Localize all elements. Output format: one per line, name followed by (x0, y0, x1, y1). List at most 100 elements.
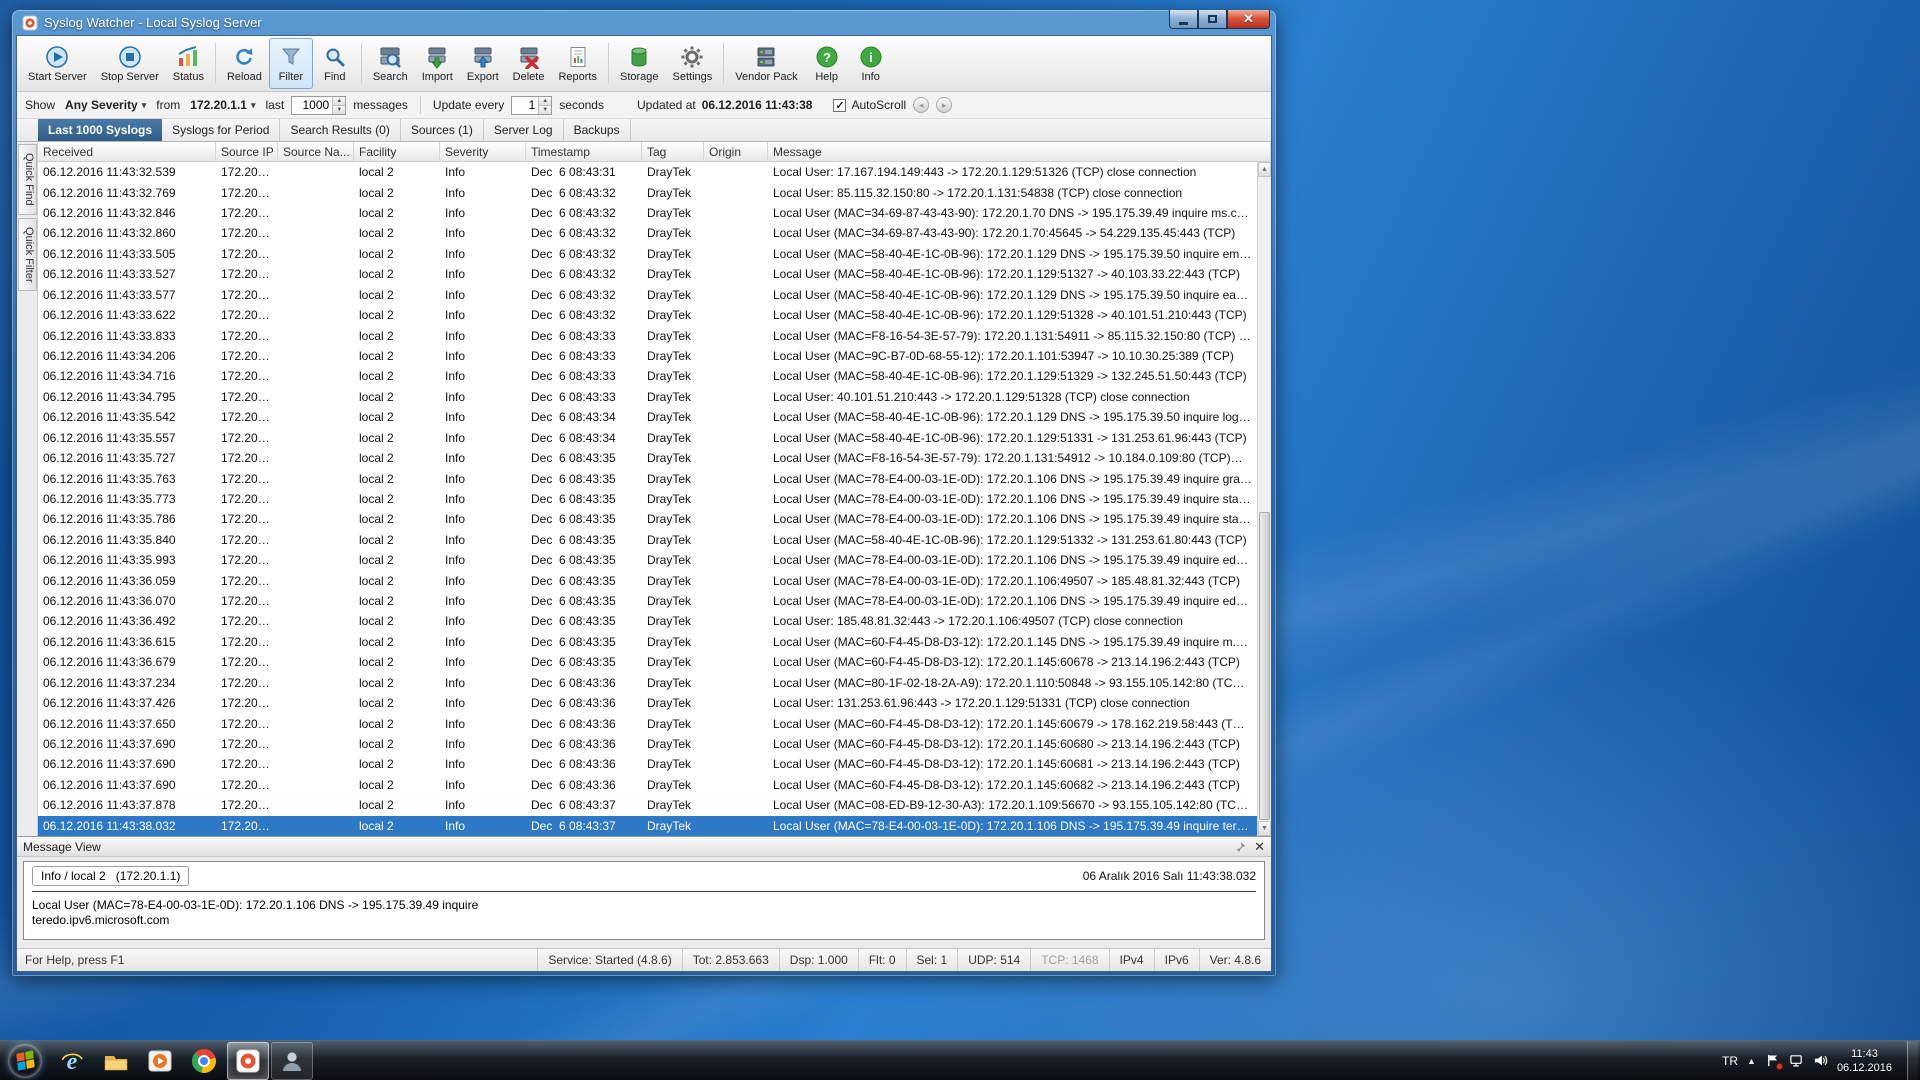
table-row[interactable]: 06.12.2016 11:43:35.840172.20.1.1local 2… (38, 530, 1257, 550)
vertical-scrollbar[interactable]: ▲ ▼ (1257, 162, 1271, 836)
table-row[interactable]: 06.12.2016 11:43:37.650172.20.1.1local 2… (38, 713, 1257, 733)
message-count-input[interactable] (292, 97, 332, 114)
table-row[interactable]: 06.12.2016 11:43:36.615172.20.1.1local 2… (38, 632, 1257, 652)
update-interval-input[interactable] (512, 97, 538, 114)
table-row[interactable]: 06.12.2016 11:43:36.679172.20.1.1local 2… (38, 652, 1257, 672)
table-row[interactable]: 06.12.2016 11:43:33.577172.20.1.1local 2… (38, 285, 1257, 305)
toolbar-button-search[interactable]: Search (366, 38, 415, 89)
table-row[interactable]: 06.12.2016 11:43:33.833172.20.1.1local 2… (38, 325, 1257, 345)
table-row[interactable]: 06.12.2016 11:43:35.557172.20.1.1local 2… (38, 427, 1257, 447)
table-row[interactable]: 06.12.2016 11:43:36.492172.20.1.1local 2… (38, 611, 1257, 631)
tray-expand-icon[interactable]: ▲ (1747, 1056, 1756, 1066)
toolbar-button-export[interactable]: Export (460, 38, 506, 89)
toolbar-button-find[interactable]: Find (313, 38, 357, 89)
table-row[interactable]: 06.12.2016 11:43:34.716172.20.1.1local 2… (38, 366, 1257, 386)
table-row[interactable]: 06.12.2016 11:43:37.690172.20.1.1local 2… (38, 754, 1257, 774)
table-row[interactable]: 06.12.2016 11:43:38.032172.20.1.1local 2… (38, 816, 1257, 836)
taskbar-button-file-explorer[interactable] (95, 1042, 137, 1080)
toolbar-button-delete[interactable]: Delete (506, 38, 552, 89)
taskbar-button-media-player[interactable] (139, 1042, 181, 1080)
table-row[interactable]: 06.12.2016 11:43:33.527172.20.1.1local 2… (38, 264, 1257, 284)
table-row[interactable]: 06.12.2016 11:43:37.426172.20.1.1local 2… (38, 693, 1257, 713)
toolbar-button-info[interactable]: iInfo (849, 38, 893, 89)
titlebar[interactable]: Syslog Watcher - Local Syslog Server ✕ (16, 10, 1272, 35)
spinner-buttons[interactable]: ▲▼ (332, 97, 345, 114)
volume-icon[interactable] (1813, 1053, 1828, 1068)
tab-server-log[interactable]: Server Log (484, 119, 564, 141)
scroll-up-button[interactable]: ▲ (1258, 162, 1271, 177)
table-row[interactable]: 06.12.2016 11:43:32.860172.20.1.1local 2… (38, 223, 1257, 243)
toolbar-button-stop-server[interactable]: Stop Server (94, 38, 166, 89)
table-row[interactable]: 06.12.2016 11:43:34.795172.20.1.1local 2… (38, 387, 1257, 407)
toolbar-button-vendor-pack[interactable]: Vendor Pack (728, 38, 804, 89)
column-header-timestamp[interactable]: Timestamp (526, 142, 642, 161)
maximize-button[interactable] (1198, 10, 1227, 29)
start-button[interactable] (8, 1044, 42, 1078)
column-header-message[interactable]: Message (768, 142, 1271, 161)
table-row[interactable]: 06.12.2016 11:43:36.070172.20.1.1local 2… (38, 591, 1257, 611)
table-row[interactable]: 06.12.2016 11:43:32.846172.20.1.1local 2… (38, 203, 1257, 223)
toolbar-button-reports[interactable]: Reports (551, 38, 604, 89)
minimize-button[interactable] (1169, 10, 1198, 29)
autoscroll-checkbox[interactable]: AutoScroll (833, 98, 906, 112)
scroll-thumb[interactable] (1259, 512, 1270, 820)
side-tab-quick-filter[interactable]: Quick Filter (18, 218, 37, 292)
table-row[interactable]: 06.12.2016 11:43:37.690172.20.1.1local 2… (38, 775, 1257, 795)
toolbar-button-import[interactable]: Import (415, 38, 460, 89)
table-row[interactable]: 06.12.2016 11:43:35.993172.20.1.1local 2… (38, 550, 1257, 570)
column-header-tag[interactable]: Tag (642, 142, 704, 161)
table-row[interactable]: 06.12.2016 11:43:32.539172.20.1.1local 2… (38, 162, 1257, 182)
column-header-source-ip[interactable]: Source IP (216, 142, 278, 161)
language-indicator[interactable]: TR (1722, 1054, 1738, 1068)
table-row[interactable]: 06.12.2016 11:43:35.763172.20.1.1local 2… (38, 468, 1257, 488)
flag-icon[interactable] (1765, 1053, 1780, 1068)
toolbar-button-storage[interactable]: Storage (613, 38, 666, 89)
history-forward-button[interactable]: ▸ (936, 97, 952, 113)
toolbar-button-filter[interactable]: Filter (269, 38, 313, 89)
taskbar-button-chrome[interactable] (183, 1042, 225, 1080)
taskbar-button-internet-explorer[interactable]: e (51, 1042, 93, 1080)
history-back-button[interactable]: ◂ (913, 97, 929, 113)
tab-search-results-0[interactable]: Search Results (0) (280, 119, 400, 141)
close-panel-icon[interactable]: ✕ (1254, 841, 1265, 853)
severity-dropdown[interactable]: Any Severity ▾ (62, 96, 149, 114)
table-row[interactable]: 06.12.2016 11:43:35.542172.20.1.1local 2… (38, 407, 1257, 427)
tab-last-1000-syslogs[interactable]: Last 1000 Syslogs (38, 119, 162, 141)
show-desktop-button[interactable] (1907, 1041, 1918, 1080)
table-row[interactable]: 06.12.2016 11:43:36.059172.20.1.1local 2… (38, 570, 1257, 590)
tab-backups[interactable]: Backups (564, 119, 631, 141)
source-dropdown[interactable]: 172.20.1.1 ▾ (187, 96, 258, 114)
toolbar-button-help[interactable]: ?Help (805, 38, 849, 89)
table-row[interactable]: 06.12.2016 11:43:33.505172.20.1.1local 2… (38, 244, 1257, 264)
tab-syslogs-for-period[interactable]: Syslogs for Period (162, 119, 280, 141)
table-row[interactable]: 06.12.2016 11:43:35.773172.20.1.1local 2… (38, 489, 1257, 509)
column-header-origin[interactable]: Origin (704, 142, 768, 161)
taskbar-button-syslog-watcher[interactable] (227, 1042, 269, 1080)
toolbar-button-status[interactable]: Status (166, 38, 211, 89)
table-row[interactable]: 06.12.2016 11:43:34.206172.20.1.1local 2… (38, 346, 1257, 366)
toolbar-button-reload[interactable]: Reload (220, 38, 269, 89)
table-row[interactable]: 06.12.2016 11:43:35.727172.20.1.1local 2… (38, 448, 1257, 468)
column-header-received[interactable]: Received (38, 142, 216, 161)
pin-icon[interactable] (1234, 841, 1246, 853)
table-row[interactable]: 06.12.2016 11:43:37.234172.20.1.1local 2… (38, 673, 1257, 693)
table-row[interactable]: 06.12.2016 11:43:37.690172.20.1.1local 2… (38, 734, 1257, 754)
spinner-buttons[interactable]: ▲▼ (538, 97, 551, 114)
table-row[interactable]: 06.12.2016 11:43:32.769172.20.1.1local 2… (38, 182, 1257, 202)
scroll-down-button[interactable]: ▼ (1258, 821, 1271, 836)
column-header-facility[interactable]: Facility (354, 142, 440, 161)
network-icon[interactable] (1789, 1053, 1804, 1068)
table-row[interactable]: 06.12.2016 11:43:33.622172.20.1.1local 2… (38, 305, 1257, 325)
column-header-source-na[interactable]: Source Na... (278, 142, 354, 161)
side-tab-quick-find[interactable]: Quick Find (18, 144, 37, 215)
table-row[interactable]: 06.12.2016 11:43:35.786172.20.1.1local 2… (38, 509, 1257, 529)
table-row[interactable]: 06.12.2016 11:43:37.878172.20.1.1local 2… (38, 795, 1257, 815)
close-button[interactable]: ✕ (1227, 10, 1270, 29)
column-header-severity[interactable]: Severity (440, 142, 526, 161)
tab-sources-1[interactable]: Sources (1) (401, 119, 484, 141)
toolbar-button-start-server[interactable]: Start Server (21, 38, 94, 89)
toolbar-button-settings[interactable]: Settings (666, 38, 720, 89)
taskbar-button-messenger[interactable] (271, 1042, 313, 1080)
scroll-track[interactable] (1258, 177, 1271, 821)
taskbar-clock[interactable]: 11:43 06.12.2016 (1837, 1047, 1892, 1075)
